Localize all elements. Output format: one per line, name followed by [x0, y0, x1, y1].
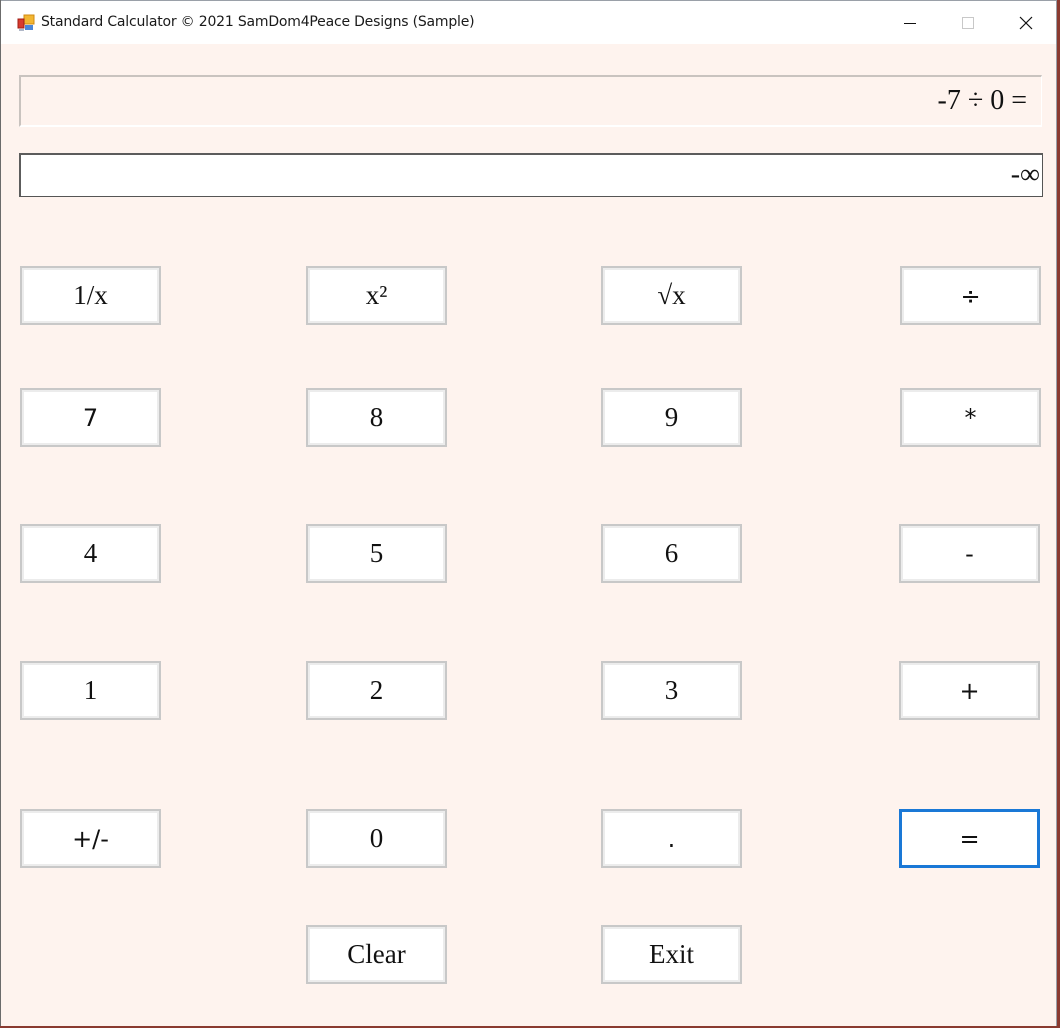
digit-0-button[interactable]: 0	[306, 809, 447, 868]
add-button[interactable]: +	[899, 661, 1040, 720]
reciprocal-button[interactable]: 1/x	[20, 266, 161, 325]
digit-7-button[interactable]: 7	[20, 388, 161, 447]
close-icon	[1019, 16, 1033, 30]
digit-8-button[interactable]: 8	[306, 388, 447, 447]
digit-3-button[interactable]: 3	[601, 661, 742, 720]
negate-button[interactable]: +/-	[20, 809, 161, 868]
minimize-icon	[904, 23, 916, 24]
app-window-icon	[17, 14, 35, 32]
divide-button[interactable]: ÷	[900, 266, 1041, 325]
result-display[interactable]: -∞	[19, 153, 1043, 197]
exit-button[interactable]: Exit	[601, 925, 742, 984]
equals-button[interactable]: =	[899, 809, 1040, 868]
digit-6-button[interactable]: 6	[601, 524, 742, 583]
digit-5-button[interactable]: 5	[306, 524, 447, 583]
digit-2-button[interactable]: 2	[306, 661, 447, 720]
minimize-button[interactable]	[881, 1, 939, 45]
title-bar[interactable]: Standard Calculator © 2021 SamDom4Peace …	[1, 0, 1056, 44]
maximize-button[interactable]	[939, 1, 997, 45]
square-root-button[interactable]: √x	[601, 266, 742, 325]
calculator-window: Standard Calculator © 2021 SamDom4Peace …	[0, 0, 1057, 1026]
window-title: Standard Calculator © 2021 SamDom4Peace …	[41, 14, 475, 30]
maximize-icon	[962, 17, 974, 29]
multiply-button[interactable]: *	[900, 388, 1041, 447]
digit-1-button[interactable]: 1	[20, 661, 161, 720]
subtract-button[interactable]: -	[899, 524, 1040, 583]
clear-button[interactable]: Clear	[306, 925, 447, 984]
expression-display: -7 ÷ 0 =	[19, 75, 1042, 127]
digit-4-button[interactable]: 4	[20, 524, 161, 583]
square-button[interactable]: x²	[306, 266, 447, 325]
close-button[interactable]	[997, 1, 1055, 45]
decimal-button[interactable]: .	[601, 809, 742, 868]
digit-9-button[interactable]: 9	[601, 388, 742, 447]
